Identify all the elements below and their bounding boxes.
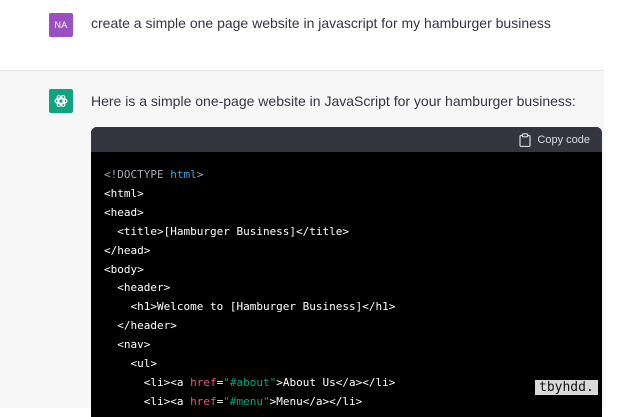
code-token: href: [190, 394, 217, 408]
code-token: >Menu</a></li>: [269, 394, 363, 408]
code-line: <!DOCTYPE html>: [104, 166, 589, 185]
code-line: <nav>: [104, 338, 151, 352]
assistant-message-row: Here is a simple one-page website in Jav…: [0, 71, 604, 417]
code-token: <!DOCTYPE: [104, 168, 171, 181]
user-message-row: NA create a simple one page website in j…: [0, 0, 604, 71]
code-block-header: Copy code: [91, 127, 602, 152]
code-line: <li><a href="#menu">Menu</a></li>: [104, 393, 589, 412]
code-token: <li><a: [104, 394, 191, 408]
code-token: >: [196, 168, 204, 181]
assistant-avatar: [49, 89, 73, 113]
code-token: html: [170, 168, 197, 181]
code-block: Copy code <!DOCTYPE html> <html> <head> <t…: [91, 127, 602, 417]
code-line: <ul>: [104, 357, 157, 371]
code-content: <!DOCTYPE html> <html> <head> <title>[Hamb…: [91, 152, 602, 412]
user-message-text: create a simple one page website in java…: [91, 15, 551, 31]
code-line: </head>: [104, 243, 151, 257]
copy-code-label: Copy code: [537, 134, 590, 146]
code-line: <li><a href="#about">About Us</a></li>: [104, 374, 589, 393]
user-avatar: NA: [49, 13, 73, 37]
code-token: "#menu": [223, 394, 270, 408]
code-line: <header>: [104, 281, 171, 295]
openai-logo-icon: [54, 95, 68, 107]
code-token: "#about": [223, 375, 277, 389]
code-token: >About Us</a></li>: [276, 375, 396, 389]
assistant-message-text: Here is a simple one-page website in Jav…: [91, 93, 576, 109]
code-line: <body>: [104, 262, 144, 276]
code-line: </header>: [104, 319, 177, 333]
code-token: href: [190, 375, 217, 389]
clipboard-icon: [519, 133, 532, 147]
watermark: tbyhdd.: [535, 380, 598, 395]
code-line: <head>: [104, 205, 144, 219]
copy-code-button[interactable]: Copy code: [519, 132, 590, 148]
code-line: <html>: [104, 186, 144, 200]
code-line: <title>[Hamburger Business]</title>: [104, 224, 350, 238]
code-token: <li><a: [104, 375, 191, 389]
code-line: <h1>Welcome to [Hamburger Business]</h1>: [104, 300, 396, 314]
